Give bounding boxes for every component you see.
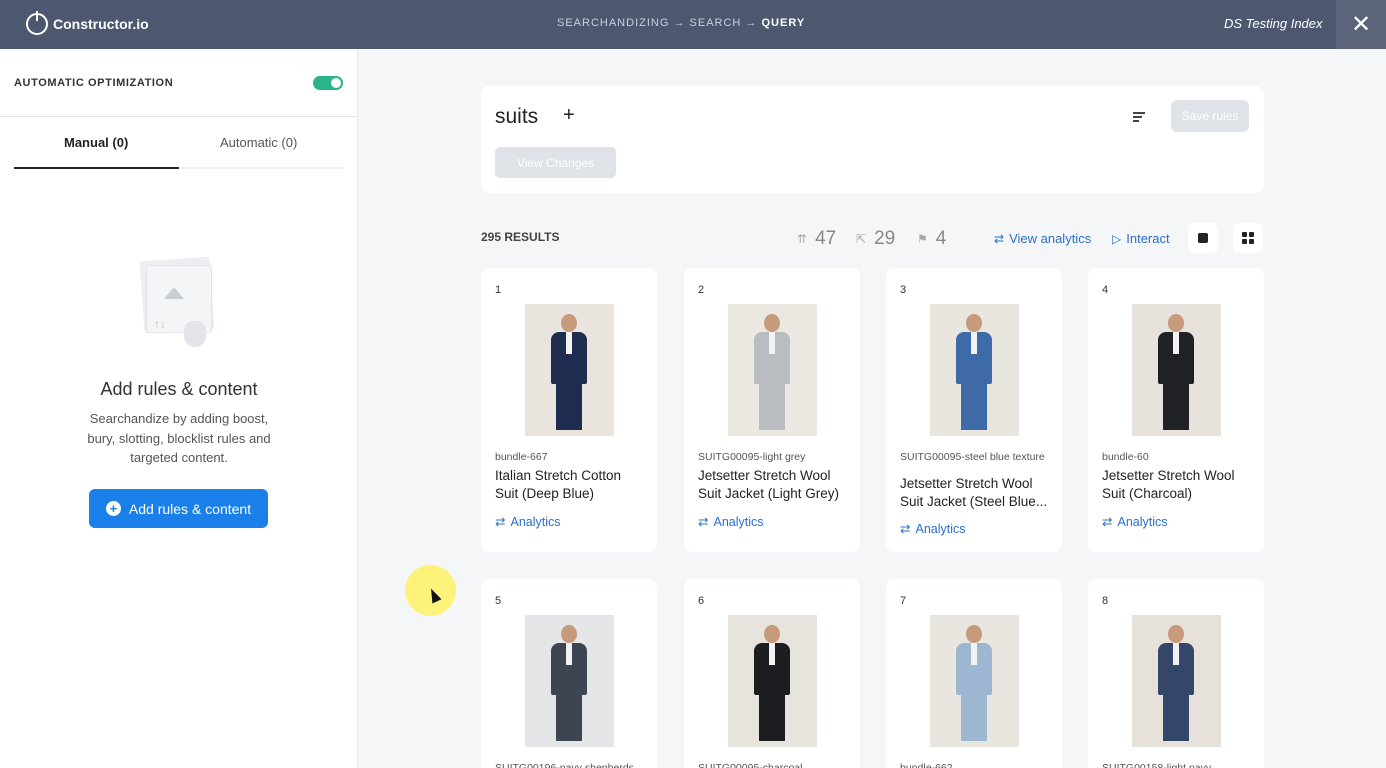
grid-view-button[interactable] [1233, 223, 1263, 253]
product-card[interactable]: 5 SUITG00196-navy shepherds [481, 579, 657, 768]
view-changes-button[interactable]: View Changes [495, 147, 616, 178]
product-name[interactable]: Jetsetter Stretch Wool Suit (Charcoal) [1102, 467, 1252, 503]
product-card[interactable]: 3 SUITG00095-steel blue texture Jetsetter … [886, 268, 1062, 552]
power-icon [26, 11, 48, 35]
product-sku: bundle-60 [1102, 451, 1149, 463]
automatic-optimization-toggle[interactable] [313, 75, 343, 90]
top-bar: Constructor.io SEARCHANDIZING → SEARCH →… [0, 0, 1386, 49]
product-card[interactable]: 1 bundle-667 Italian Stretch Cotton Suit (… [481, 268, 657, 552]
boost-icon: ⇈ [797, 232, 808, 246]
product-name[interactable]: Jetsetter Stretch Wool Suit Jacket (Stee… [900, 475, 1050, 511]
logo[interactable]: Constructor.io [26, 11, 149, 35]
product-image[interactable] [728, 304, 817, 436]
pin-icon: ⇱ [856, 232, 867, 246]
product-name[interactable]: Italian Stretch Cotton Suit (Deep Blue) [495, 467, 645, 503]
product-sku: SUITG00095-light grey [698, 451, 806, 463]
product-card[interactable]: 7 bundle-662 [886, 579, 1062, 768]
product-card[interactable]: 2 SUITG00095-light grey Jetsetter Stretch … [684, 268, 860, 552]
pin-stat: ⇱ 29 [856, 228, 895, 250]
product-rank: 2 [698, 284, 705, 296]
product-analytics-link[interactable]: ⇄ Analytics [1102, 514, 1168, 530]
product-sku: SUITG00196-navy shepherds [495, 762, 634, 768]
sort-arrows-icon: ↑↓ [154, 317, 166, 331]
product-sku: SUITG00095-charcoal [698, 762, 803, 768]
breadcrumb: SEARCHANDIZING → SEARCH → QUERY [557, 17, 805, 29]
product-analytics-link[interactable]: ⇄ Analytics [495, 514, 561, 530]
product-analytics-link[interactable]: ⇄ Analytics [900, 521, 966, 537]
image-icon [164, 287, 184, 299]
product-sku: SUITG00095-steel blue texture [900, 451, 1045, 463]
breadcrumb-item[interactable]: SEARCHANDIZING → [557, 17, 685, 29]
flag-stat: ⚑ 4 [917, 228, 946, 250]
add-rules-button-label: Add rules & content [128, 500, 252, 517]
close-icon: ✕ [1350, 11, 1372, 38]
product-image[interactable] [728, 615, 817, 747]
interact-link[interactable]: ▷ Interact [1112, 231, 1170, 246]
tab-automatic[interactable]: Automatic (0) [220, 135, 297, 150]
product-image[interactable] [930, 615, 1019, 747]
rules-panel: AUTOMATIC OPTIMIZATION Manual (0) Automa… [0, 49, 358, 768]
product-name[interactable]: Jetsetter Stretch Wool Suit Jacket (Ligh… [698, 467, 848, 503]
product-card[interactable]: 4 bundle-60 Jetsetter Stretch Wool Suit (C… [1088, 268, 1264, 552]
logo-text: Constructor.io [53, 16, 149, 32]
close-button[interactable]: ✕ [1336, 0, 1386, 49]
add-query-button[interactable]: + [563, 104, 575, 127]
tab-manual[interactable]: Manual (0) [64, 135, 128, 150]
breadcrumb-current: QUERY [761, 17, 806, 29]
product-image[interactable] [930, 304, 1019, 436]
tab-divider [179, 167, 344, 169]
product-rank: 4 [1102, 284, 1109, 296]
empty-state-illustration: ↑↓ [138, 256, 218, 357]
list-view-button[interactable] [1188, 223, 1218, 253]
index-name: DS Testing Index [1224, 16, 1323, 31]
query-header-card: suits + View Changes Save rules [481, 86, 1264, 193]
product-analytics-link[interactable]: ⇄ Analytics [698, 514, 764, 530]
product-image[interactable] [1132, 304, 1221, 436]
grid-view-icon [1242, 232, 1254, 244]
product-rank: 1 [495, 284, 502, 296]
product-sku: bundle-667 [495, 451, 548, 463]
product-image[interactable] [1132, 615, 1221, 747]
empty-state-description: Searchandize by adding boost, bury, slot… [87, 411, 271, 465]
product-sku: bundle-662 [900, 762, 953, 768]
plus-circle-icon: + [105, 501, 121, 516]
automatic-optimization-row: AUTOMATIC OPTIMIZATION [0, 49, 357, 117]
pin-count: 29 [874, 228, 896, 249]
product-sku: SUITG00158-light navy [1102, 762, 1212, 768]
product-rank: 5 [495, 595, 502, 607]
product-card[interactable]: 6 SUITG00095-charcoal [684, 579, 860, 768]
flag-count: 4 [935, 228, 947, 249]
analytics-icon: ⇄ [900, 522, 911, 536]
automatic-optimization-label: AUTOMATIC OPTIMIZATION [14, 76, 174, 89]
query-term: suits [495, 105, 539, 128]
product-image[interactable] [525, 615, 614, 747]
rules-tabs: Manual (0) Automatic (0) [0, 117, 357, 169]
breadcrumb-item[interactable]: SEARCH → [690, 17, 758, 29]
hand-pointer-icon [184, 321, 206, 347]
save-rules-button[interactable]: Save rules [1171, 100, 1249, 132]
active-tab-indicator [14, 167, 179, 169]
boost-stat: ⇈ 47 [797, 228, 836, 250]
add-rules-button[interactable]: + Add rules & content [89, 489, 268, 528]
view-analytics-link[interactable]: ⇄ View analytics [994, 231, 1091, 246]
product-rank: 6 [698, 595, 705, 607]
product-card[interactable]: 8 SUITG00158-light navy [1088, 579, 1264, 768]
flag-icon: ⚑ [917, 232, 928, 246]
product-rank: 8 [1102, 595, 1109, 607]
play-icon: ▷ [1112, 231, 1122, 246]
boost-count: 47 [815, 228, 837, 249]
analytics-icon: ⇄ [698, 515, 709, 529]
results-count: 295 RESULTS [481, 230, 560, 244]
list-view-icon [1198, 233, 1208, 243]
sort-button[interactable] [1123, 101, 1156, 131]
analytics-icon: ⇄ [994, 231, 1005, 246]
analytics-icon: ⇄ [1102, 515, 1113, 529]
product-rank: 7 [900, 595, 907, 607]
empty-state-title: Add rules & content [100, 379, 258, 399]
product-image[interactable] [525, 304, 614, 436]
analytics-icon: ⇄ [495, 515, 506, 529]
product-rank: 3 [900, 284, 907, 296]
